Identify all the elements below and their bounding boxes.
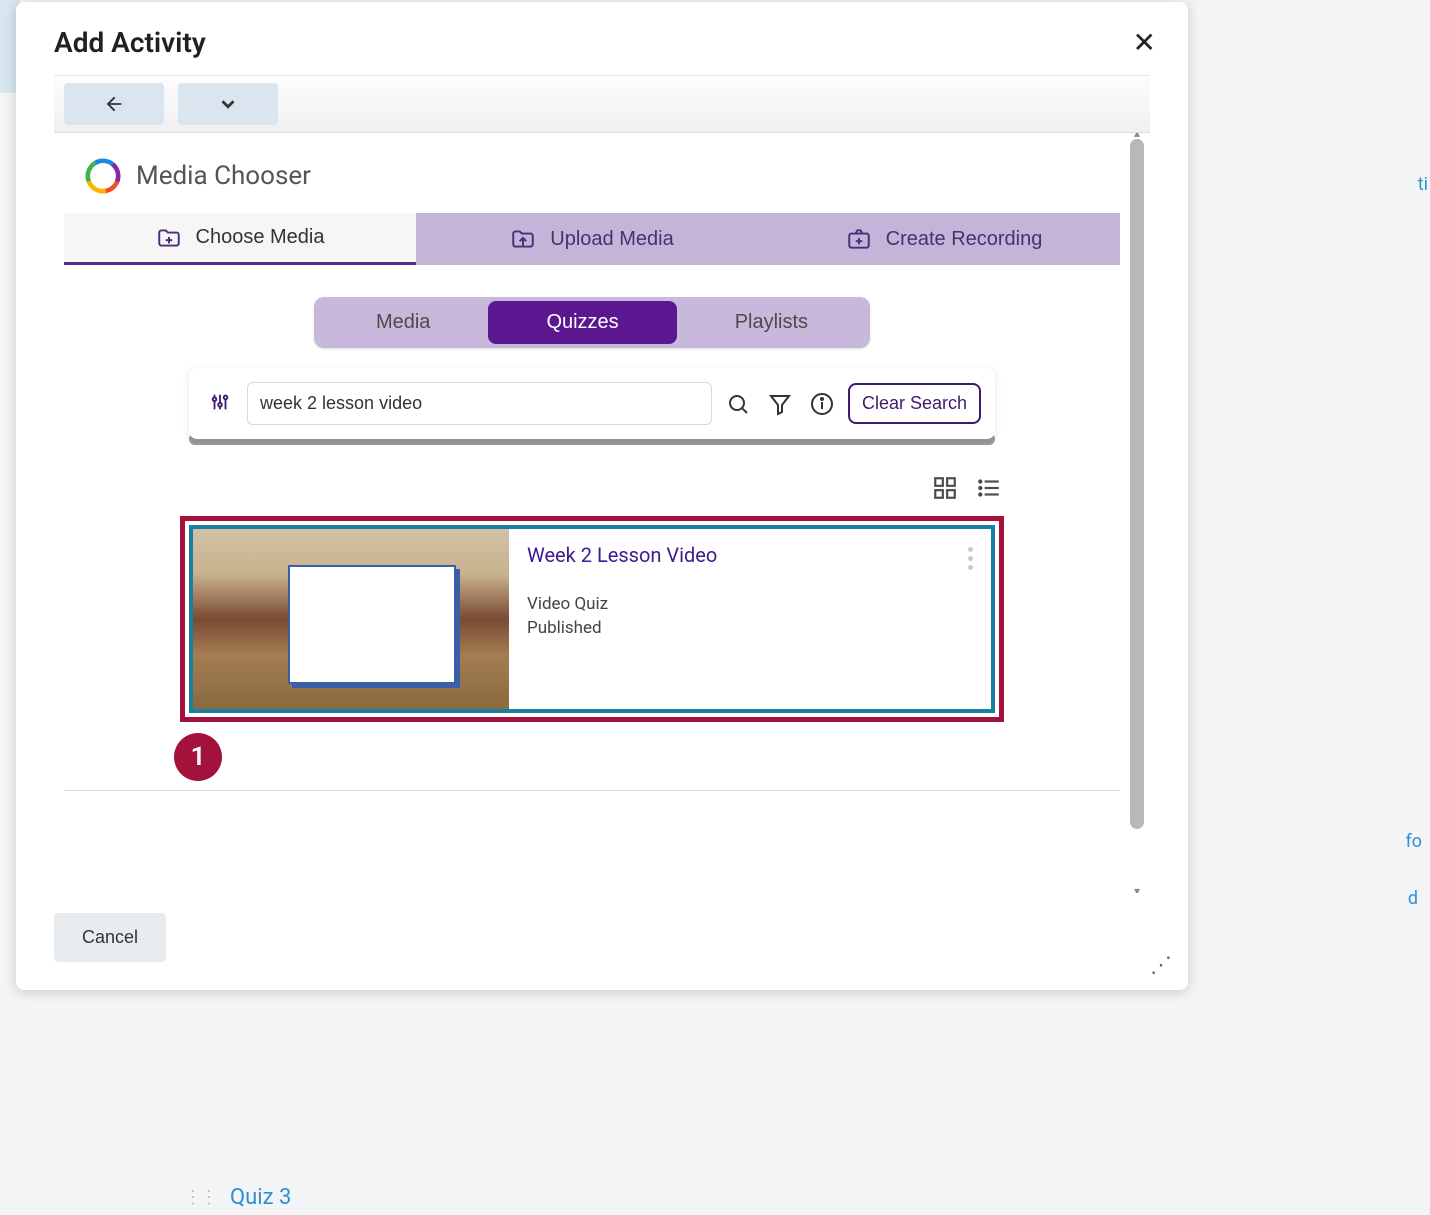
background-fragment: ti — [1418, 174, 1428, 195]
modal-header: Add Activity ✕ — [16, 2, 1188, 75]
close-icon: ✕ — [1133, 27, 1156, 58]
modal-footer: Cancel — [16, 893, 1188, 990]
result-title: Week 2 Lesson Video — [527, 543, 973, 567]
scrollbar-thumb[interactable] — [1130, 139, 1144, 829]
modal-title: Add Activity — [54, 26, 206, 59]
info-button[interactable] — [806, 388, 838, 420]
arrow-left-icon — [103, 93, 125, 115]
background-quiz-item: ⋮⋮ Quiz 3 — [184, 1185, 291, 1210]
result-meta: Week 2 Lesson Video Video Quiz Published — [509, 529, 991, 709]
result-status: Published — [527, 617, 973, 641]
tab-create-recording[interactable]: Create Recording — [768, 213, 1120, 265]
sub-tab-media[interactable]: Media — [318, 301, 488, 344]
kebab-dot — [968, 547, 973, 552]
folder-upload-icon — [510, 226, 536, 252]
tab-label: Choose Media — [196, 226, 325, 249]
list-icon — [976, 475, 1002, 501]
tab-upload-media[interactable]: Upload Media — [416, 213, 768, 265]
folder-plus-icon — [156, 225, 182, 251]
result-type: Video Quiz — [527, 593, 973, 617]
media-chooser-logo-icon — [84, 157, 122, 195]
background-fragment: fo — [1405, 831, 1422, 852]
tab-label: Upload Media — [550, 228, 673, 251]
settings-sliders-icon[interactable] — [203, 391, 237, 417]
drag-handle-icon: ⋮⋮ — [184, 1187, 216, 1208]
back-button[interactable] — [64, 83, 164, 125]
close-button[interactable]: ✕ — [1133, 29, 1156, 57]
brand-title: Media Chooser — [136, 161, 311, 191]
clear-search-button[interactable]: Clear Search — [848, 383, 981, 424]
result-more-menu[interactable] — [968, 547, 973, 570]
cancel-button[interactable]: Cancel — [54, 913, 166, 962]
grid-icon — [932, 475, 958, 501]
nav-bar — [54, 75, 1150, 133]
sub-tabs: Media Quizzes Playlists — [64, 297, 1120, 348]
dropdown-button[interactable] — [178, 83, 278, 125]
kebab-dot — [968, 556, 973, 561]
scroll-down-arrow[interactable]: ▾ — [1130, 885, 1144, 893]
search-button[interactable] — [722, 388, 754, 420]
top-tabs: Choose Media Upload Media Create Recordi… — [64, 213, 1120, 265]
kebab-dot — [968, 565, 973, 570]
filter-button[interactable] — [764, 388, 796, 420]
footer-divider — [64, 790, 1120, 791]
view-toggles — [182, 475, 1002, 504]
add-activity-modal: Add Activity ✕ ▴ ▾ Media Cho — [16, 2, 1188, 990]
background-quiz-label: Quiz 3 — [230, 1185, 291, 1210]
search-input[interactable] — [247, 382, 712, 425]
info-icon — [810, 392, 834, 416]
sub-tab-quizzes[interactable]: Quizzes — [488, 301, 676, 344]
search-row: Clear Search — [189, 368, 995, 439]
grid-view-button[interactable] — [932, 475, 958, 504]
tab-choose-media[interactable]: Choose Media — [64, 213, 416, 265]
chevron-down-icon — [217, 93, 239, 115]
tab-label: Create Recording — [886, 228, 1043, 251]
sub-tab-playlists[interactable]: Playlists — [677, 301, 866, 344]
search-icon — [726, 392, 750, 416]
result-highlight-box: Week 2 Lesson Video Video Quiz Published — [180, 516, 1004, 722]
result-card[interactable]: Week 2 Lesson Video Video Quiz Published — [189, 525, 995, 713]
funnel-icon — [768, 392, 792, 416]
camera-plus-icon — [846, 226, 872, 252]
background-fragment: d — [1408, 888, 1418, 909]
list-view-button[interactable] — [976, 475, 1002, 504]
result-thumbnail — [193, 529, 509, 709]
callout-one: 1 — [174, 733, 222, 781]
scroll-area: ▴ ▾ Media Chooser Choose Media — [64, 133, 1150, 893]
brand-row: Media Chooser — [64, 147, 1120, 213]
